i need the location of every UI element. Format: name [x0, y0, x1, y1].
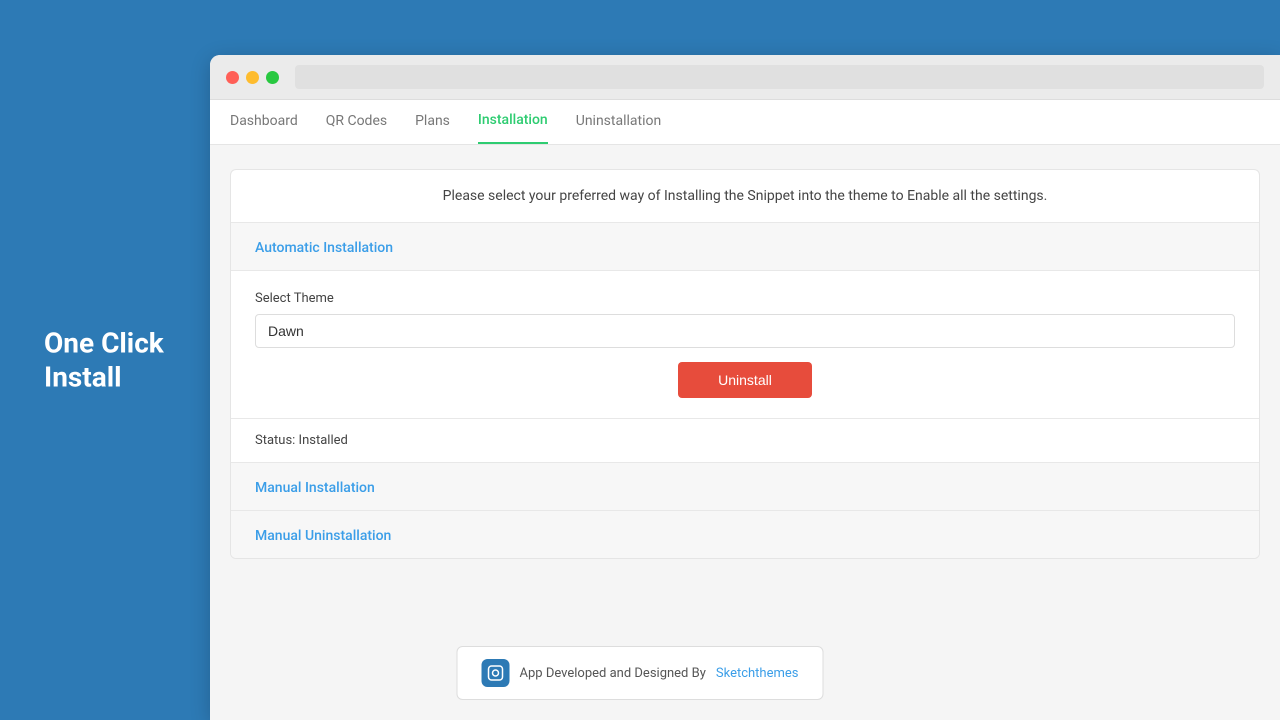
- nav-item-qrcodes[interactable]: QR Codes: [326, 100, 387, 144]
- description-bar: Please select your preferred way of Inst…: [231, 170, 1259, 223]
- select-theme-section: Select Theme Uninstall: [231, 271, 1259, 419]
- nav-item-plans[interactable]: Plans: [415, 100, 450, 144]
- sidebar-title: One Click Install: [44, 326, 204, 393]
- main-card: Please select your preferred way of Inst…: [230, 169, 1260, 559]
- traffic-light-green[interactable]: [266, 71, 279, 84]
- credit-link[interactable]: Sketchthemes: [716, 666, 799, 681]
- browser-titlebar: [210, 55, 1280, 100]
- traffic-light-red[interactable]: [226, 71, 239, 84]
- automatic-installation-section: Automatic Installation: [231, 223, 1259, 271]
- browser-addressbar: [295, 65, 1264, 89]
- automatic-installation-link[interactable]: Automatic Installation: [255, 240, 393, 256]
- manual-uninstallation-link[interactable]: Manual Uninstallation: [255, 528, 391, 544]
- manual-uninstallation-section: Manual Uninstallation: [231, 511, 1259, 558]
- footer-credit: App Developed and Designed By Sketchthem…: [457, 646, 824, 700]
- nav-item-dashboard[interactable]: Dashboard: [230, 100, 298, 144]
- browser-nav: Dashboard QR Codes Plans Installation Un…: [210, 100, 1280, 145]
- manual-installation-section: Manual Installation: [231, 463, 1259, 511]
- app-icon: [482, 659, 510, 687]
- traffic-light-yellow[interactable]: [246, 71, 259, 84]
- traffic-lights: [226, 71, 279, 84]
- select-theme-label: Select Theme: [255, 291, 1235, 306]
- manual-installation-link[interactable]: Manual Installation: [255, 480, 375, 496]
- browser-content: Please select your preferred way of Inst…: [210, 145, 1280, 583]
- uninstall-button[interactable]: Uninstall: [678, 362, 812, 398]
- browser-window: Dashboard QR Codes Plans Installation Un…: [210, 55, 1280, 720]
- nav-item-uninstallation[interactable]: Uninstallation: [576, 100, 662, 144]
- status-text: Status: Installed: [231, 419, 1259, 463]
- theme-input[interactable]: [255, 314, 1235, 348]
- credit-text: App Developed and Designed By: [520, 666, 706, 681]
- nav-item-installation[interactable]: Installation: [478, 100, 548, 144]
